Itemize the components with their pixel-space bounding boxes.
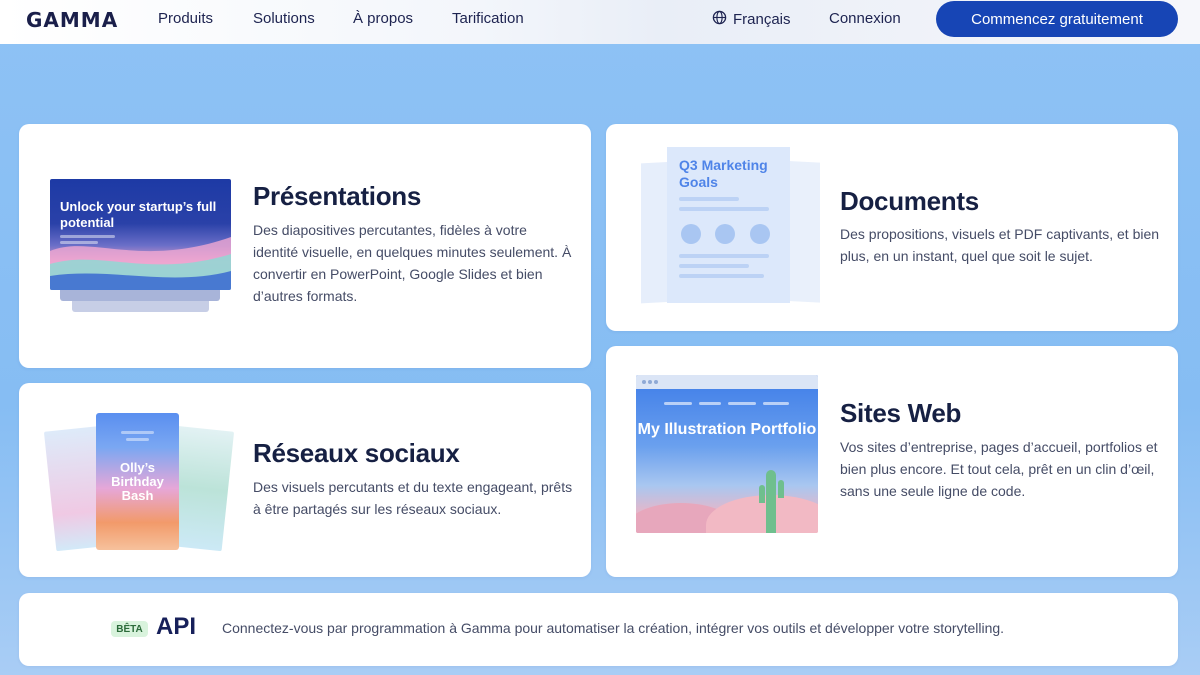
language-selector[interactable]: Français [712,10,791,29]
doc-text-line [679,197,739,201]
api-description: Connectez-vous par programmation à Gamma… [222,620,1005,636]
top-nav: GAMMA Produits Solutions À propos Tarifi… [0,0,1200,44]
documents-description: Des propositions, visuels et PDF captiva… [840,226,1160,264]
web-nav-line [664,402,692,405]
websites-description: Vos sites d’entreprise, pages d’accueil,… [840,439,1158,499]
social-title: Réseaux sociaux [253,438,460,468]
login-link[interactable]: Connexion [829,10,901,27]
start-free-button[interactable]: Commencez gratuitement [936,1,1178,37]
presentations-title: Présentations [253,181,422,211]
presentations-description: Des diapositives percutantes, fidèles à … [253,222,572,304]
language-label: Français [733,11,791,28]
nav-link-tarification[interactable]: Tarification [452,10,524,27]
cactus-arm [759,485,765,503]
beta-badge: BÊTA [111,621,148,637]
websites-title: Sites Web [840,398,962,428]
doc-text-line [679,254,769,258]
nav-link-produits[interactable]: Produits [158,10,213,27]
website-illustration [636,375,818,533]
nav-link-a-propos[interactable]: À propos [353,10,413,27]
slide-title: Unlock your startup’s full potential [60,199,217,230]
slide-text-line [60,241,98,244]
social-description: Des visuels percutants et du texte engag… [253,479,573,517]
doc-text-line [679,274,764,278]
web-nav-line [728,402,756,405]
documents-title: Documents [840,186,979,216]
pie-chart-icon [681,224,701,244]
globe-icon [712,10,727,29]
document-illustration-title: Q3 Marketing Goals [679,157,768,190]
gamma-logo[interactable]: GAMMA [26,8,118,32]
website-illustration-title: My Illustration Portfolio [637,421,817,438]
browser-bar [636,375,818,389]
social-post-title: Olly’s Birthday Bash [111,460,164,503]
browser-dot [654,380,658,384]
browser-dot [642,380,646,384]
post-text-line [121,431,154,434]
cactus-arm [778,480,784,498]
doc-text-line [679,264,749,268]
slide-text-line [60,235,115,238]
doc-text-line [679,207,769,211]
post-text-line [126,438,149,441]
presentation-slide-illustration: Unlock your startup’s full potential [50,179,231,290]
web-nav-line [763,402,789,405]
api-title: API [156,613,197,640]
nav-link-solutions[interactable]: Solutions [253,10,315,27]
pie-chart-icon [715,224,735,244]
pie-chart-icon [750,224,770,244]
cactus-shape [766,470,776,533]
browser-dot [648,380,652,384]
web-nav-line [699,402,721,405]
